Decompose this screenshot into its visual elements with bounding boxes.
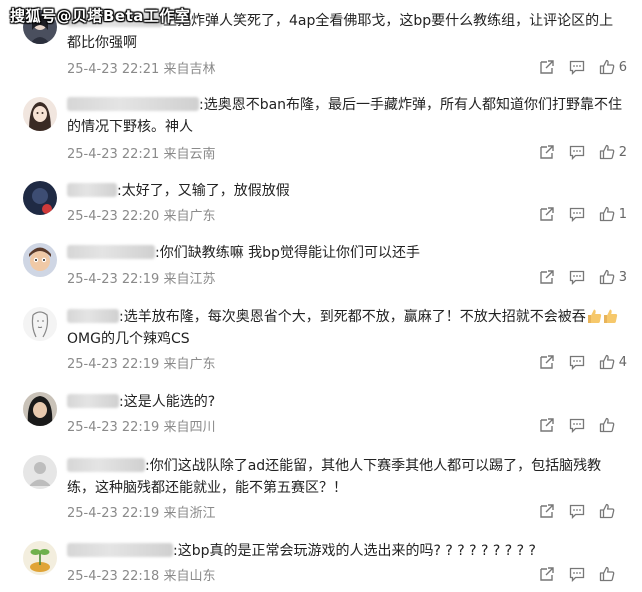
reply-icon[interactable] xyxy=(569,206,585,222)
comment-actions: 2 xyxy=(525,143,627,161)
comment-text: :这bp真的是正常会玩游戏的人选出来的吗? ? ? ? ? ? ? ? ? xyxy=(67,540,627,562)
share-icon[interactable] xyxy=(539,269,555,285)
comment-time: 25-4-23 22:20 来自广东 xyxy=(67,209,216,224)
comment-meta: 25-4-23 22:19 来自浙江 xyxy=(67,502,627,521)
like-count: 4 xyxy=(618,354,627,370)
username[interactable] xyxy=(67,394,119,408)
like-icon[interactable] xyxy=(599,417,615,433)
username[interactable] xyxy=(67,183,117,197)
comment-meta: 25-4-23 22:18 来自山东 xyxy=(67,565,627,584)
comment-body: :这bp真的是正常会玩游戏的人选出来的吗? ? ? ? ? ? ? ? ? xyxy=(173,543,536,559)
like-count: 2 xyxy=(618,144,627,160)
reply-icon[interactable] xyxy=(569,269,585,285)
default-avatar-icon[interactable] xyxy=(23,455,57,489)
comment-body: :你们这战队除了ad还能留，其他人下赛季其他人都可以踢了，包括脑残教练，这种脑残… xyxy=(67,458,602,496)
comment-time: 25-4-23 22:19 来自浙江 xyxy=(67,506,216,521)
comment-body: :选羊放布隆，每次奥恩省个大，到死都不放，赢麻了！不放大招就不会被吞 xyxy=(119,309,586,325)
share-icon[interactable] xyxy=(539,503,555,519)
like-count: 1 xyxy=(618,206,627,222)
like-count: 6 xyxy=(618,59,627,75)
share-icon[interactable] xyxy=(539,206,555,222)
sketch-avatar-icon[interactable] xyxy=(23,307,57,341)
comment-actions xyxy=(525,416,627,434)
comment-body: :这是人能选的? xyxy=(119,394,216,410)
like-icon[interactable] xyxy=(599,59,615,75)
username[interactable] xyxy=(67,245,155,259)
comment-body: :太好了，又输了，放假放假 xyxy=(117,183,290,199)
comment-actions xyxy=(525,502,627,520)
like-icon[interactable] xyxy=(599,503,615,519)
comment-text: :选奥恩不ban布隆，最后一手藏炸弹，所有人都知道你们打野靠不住的情况下野核。神… xyxy=(67,94,627,138)
comment-meta: 25-4-23 22:21 来自吉林 6 xyxy=(67,58,627,78)
comment-meta: 25-4-23 22:20 来自广东 1 xyxy=(67,205,627,225)
comment-text: :这是人能选的? xyxy=(67,391,627,413)
username[interactable] xyxy=(67,309,119,323)
comment-actions xyxy=(525,565,627,583)
like-icon[interactable] xyxy=(599,144,615,160)
share-icon[interactable] xyxy=(539,417,555,433)
username[interactable] xyxy=(67,458,145,472)
sprout-avatar-icon[interactable] xyxy=(23,541,57,575)
comment-meta: 25-4-23 22:21 来自云南 2 xyxy=(67,143,627,163)
comment-body: :你们缺教练嘛 我bp觉得能让你们可以还手 xyxy=(155,245,420,261)
comment-time: 25-4-23 22:19 来自江苏 xyxy=(67,272,216,287)
comment-meta: 25-4-23 22:19 来自江苏 3 xyxy=(67,268,627,288)
comment-actions: 6 xyxy=(525,58,627,76)
comment-time: 25-4-23 22:21 来自吉林 xyxy=(67,62,216,77)
thumbs-up-emoji-icon xyxy=(602,308,618,324)
comment-time: 25-4-23 22:19 来自四川 xyxy=(67,420,216,435)
reply-icon[interactable] xyxy=(569,417,585,433)
comment-time: 25-4-23 22:21 来自云南 xyxy=(67,147,216,162)
comment-text: :你们缺教练嘛 我bp觉得能让你们可以还手 xyxy=(67,242,627,264)
username[interactable] xyxy=(67,543,173,557)
reply-icon[interactable] xyxy=(569,566,585,582)
comment-body: OMG的几个辣鸡CS xyxy=(67,331,190,347)
comment-actions: 1 xyxy=(525,205,627,223)
cartoon-avatar-icon[interactable] xyxy=(23,243,57,277)
comment-actions: 3 xyxy=(525,268,627,286)
share-icon[interactable] xyxy=(539,144,555,160)
comment-text: :太好了，又输了，放假放假 xyxy=(67,180,627,202)
reply-icon[interactable] xyxy=(569,59,585,75)
reply-icon[interactable] xyxy=(569,503,585,519)
comment-meta: 25-4-23 22:19 来自广东 4 xyxy=(67,353,627,373)
comment-time: 25-4-23 22:19 来自广东 xyxy=(67,357,216,372)
like-icon[interactable] xyxy=(599,206,615,222)
like-icon[interactable] xyxy=(599,566,615,582)
comment-text: :选羊放布隆，每次奥恩省个大，到死都不放，赢麻了！不放大招就不会被吞 OMG的几个… xyxy=(67,306,627,350)
like-icon[interactable] xyxy=(599,269,615,285)
like-count: 3 xyxy=(618,269,627,285)
thumbs-up-emoji-icon xyxy=(586,308,602,324)
comment-text: :你们这战队除了ad还能留，其他人下赛季其他人都可以踢了，包括脑残教练，这种脑残… xyxy=(67,455,627,499)
comment-actions: 4 xyxy=(525,353,627,371)
anime-girl-avatar-icon[interactable] xyxy=(23,97,57,131)
share-icon[interactable] xyxy=(539,59,555,75)
comment-time: 25-4-23 22:18 来自山东 xyxy=(67,569,216,584)
share-icon[interactable] xyxy=(539,566,555,582)
reply-icon[interactable] xyxy=(569,144,585,160)
dark-avatar-icon[interactable] xyxy=(23,181,57,215)
like-icon[interactable] xyxy=(599,354,615,370)
username[interactable] xyxy=(67,97,199,111)
reply-icon[interactable] xyxy=(569,354,585,370)
watermark: 搜狐号@贝塔Beta工作室 xyxy=(10,7,191,25)
comment-meta: 25-4-23 22:19 来自四川 xyxy=(67,416,627,435)
share-icon[interactable] xyxy=(539,354,555,370)
girl-dark-hair-avatar-icon[interactable] xyxy=(23,392,57,426)
